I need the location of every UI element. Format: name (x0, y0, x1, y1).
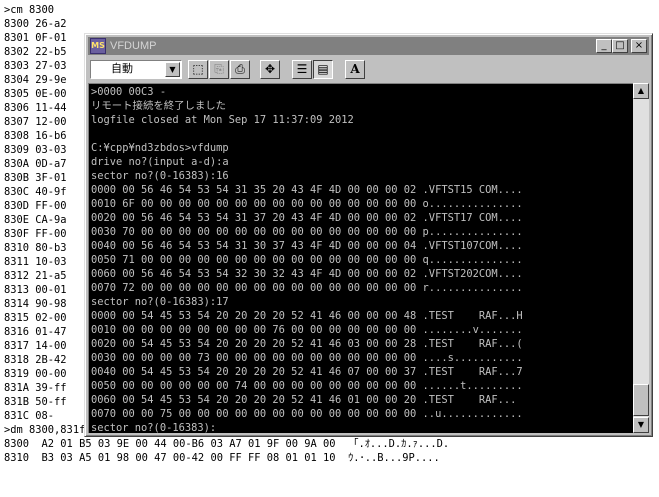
console-line: 0000 00 54 45 53 54 20 20 20 20 52 41 46… (91, 310, 523, 322)
terminal-line: 8311 10-03 (4, 256, 67, 268)
console-line: >0000 00C3 - (91, 86, 167, 98)
terminal-line: 8309 03-03 (4, 144, 67, 156)
terminal-line: 8308 16-b6 (4, 130, 67, 142)
font-size-select[interactable]: 自動 ▼ (90, 60, 182, 79)
maximize-button[interactable]: □ (612, 39, 628, 53)
terminal-line: 830E CA-9a (4, 214, 67, 226)
scroll-up-button[interactable]: ▲ (633, 83, 649, 99)
terminal-line: 8300 A2 01 B5 03 9E 00 44 00-B6 03 A7 01… (4, 438, 450, 450)
terminal-line: 831B 50-ff (4, 396, 67, 408)
window-title: VFDUMP (110, 40, 157, 52)
terminal-line: 8317 14-00 (4, 340, 67, 352)
minimize-button[interactable]: _ (596, 39, 612, 53)
console-line: 0070 72 00 00 00 00 00 00 00 00 00 00 00… (91, 282, 523, 294)
console-line: sector no?(0-16383): (91, 422, 217, 433)
console-line: 0060 00 56 46 54 53 54 32 30 32 43 4F 4D… (91, 268, 523, 280)
scroll-down-button[interactable]: ▼ (633, 417, 649, 433)
console-line: sector no?(0-16383):17 (91, 296, 229, 308)
console-line: 0040 00 56 46 54 53 54 31 30 37 43 4F 4D… (91, 240, 523, 252)
terminal-line: >dm 8300,831f (4, 424, 86, 436)
mark-tool-button[interactable]: ⬚ (188, 60, 208, 79)
console-line: 0000 00 56 46 54 53 54 31 35 20 43 4F 4D… (91, 184, 523, 196)
console-line: 0050 00 00 00 00 00 00 74 00 00 00 00 00… (91, 380, 523, 392)
fullscreen-tool-button[interactable]: ✥ (260, 60, 280, 79)
console-output[interactable]: >0000 00C3 - リモート接続を終了しました logfile closed … (88, 83, 647, 433)
terminal-line: 830F FF-00 (4, 228, 67, 240)
console-line: logfile closed at Mon Sep 17 11:37:09 20… (91, 114, 354, 126)
terminal-line: >cm 8300 (4, 4, 55, 16)
console-line: 0060 00 54 45 53 54 20 20 20 20 52 41 46… (91, 394, 523, 406)
terminal-line: 8318 2B-42 (4, 354, 67, 366)
paste-tool-button[interactable]: ⎙ (230, 60, 250, 79)
properties-tool-button[interactable]: ☰ (292, 60, 312, 79)
chevron-down-icon[interactable]: ▼ (165, 62, 180, 77)
console-line: 0050 71 00 00 00 00 00 00 00 00 00 00 00… (91, 254, 523, 266)
terminal-line: 8310 80-b3 (4, 242, 67, 254)
terminal-line: 8305 0E-00 (4, 88, 67, 100)
console-line: 0020 00 54 45 53 54 20 20 20 20 52 41 46… (91, 338, 523, 350)
terminal-line: 831A 39-ff (4, 382, 67, 394)
terminal-line: 830D FF-00 (4, 200, 67, 212)
terminal-line: 8310 B3 03 A5 01 98 00 47 00-42 00 FF FF… (4, 452, 440, 464)
terminal-line: 8314 90-98 (4, 298, 67, 310)
console-line: C:¥cpp¥nd3zbdos>vfdump (91, 142, 229, 154)
console-line: 0010 00 00 00 00 00 00 00 00 76 00 00 00… (91, 324, 523, 336)
terminal-line: 8307 12-00 (4, 116, 67, 128)
terminal-line: 8312 21-a5 (4, 270, 67, 282)
background-tool-button[interactable]: ▤ (313, 60, 333, 79)
terminal-line: 8306 11-44 (4, 102, 67, 114)
terminal-line: 8301 0F-01 (4, 32, 67, 44)
terminal-line: 8302 22-b5 (4, 46, 67, 58)
console-line: 0010 6F 00 00 00 00 00 00 00 00 00 00 00… (91, 198, 523, 210)
console-line: 0020 00 56 46 54 53 54 31 37 20 43 4F 4D… (91, 212, 523, 224)
terminal-line: 831C 08- (4, 410, 55, 422)
console-line: 0040 00 54 45 53 54 20 20 20 20 52 41 46… (91, 366, 523, 378)
terminal-line: 8319 00-00 (4, 368, 67, 380)
title-bar[interactable]: MS VFDUMP _ □ × (88, 37, 649, 55)
scroll-thumb[interactable] (633, 384, 649, 416)
vertical-scrollbar[interactable]: ▲ ▼ (633, 83, 649, 433)
terminal-line: 830C 40-9f (4, 186, 67, 198)
terminal-line: 8300 26-a2 (4, 18, 67, 30)
console-line: sector no?(0-16383):16 (91, 170, 229, 182)
close-button[interactable]: × (631, 39, 647, 53)
terminal-line: 8315 02-00 (4, 312, 67, 324)
app-icon[interactable]: MS (90, 38, 106, 54)
console-line: 0070 00 00 75 00 00 00 00 00 00 00 00 00… (91, 408, 523, 420)
console-line: 0030 70 00 00 00 00 00 00 00 00 00 00 00… (91, 226, 523, 238)
terminal-line: 830B 3F-01 (4, 172, 67, 184)
terminal-line: 8316 01-47 (4, 326, 67, 338)
terminal-line: 830A 0D-a7 (4, 158, 67, 170)
console-line: リモート接続を終了しました (91, 100, 227, 112)
font-tool-button[interactable]: A (345, 60, 365, 79)
terminal-line: 8304 29-9e (4, 74, 67, 86)
terminal-line: 8313 00-01 (4, 284, 67, 296)
toolbar: 自動 ▼ ⬚ ⎘ ⎙ ✥ ☰ ▤ A (88, 56, 649, 82)
font-size-value: 自動 (111, 62, 133, 75)
vfdump-window[interactable]: MS VFDUMP _ □ × 自動 ▼ ⬚ ⎘ ⎙ ✥ ☰ ▤ A >0000… (84, 33, 653, 437)
console-line: drive no?(input a-d):a (91, 156, 229, 168)
terminal-line: 8303 27-03 (4, 60, 67, 72)
copy-tool-button[interactable]: ⎘ (209, 60, 229, 79)
console-line: 0030 00 00 00 00 73 00 00 00 00 00 00 00… (91, 352, 523, 364)
